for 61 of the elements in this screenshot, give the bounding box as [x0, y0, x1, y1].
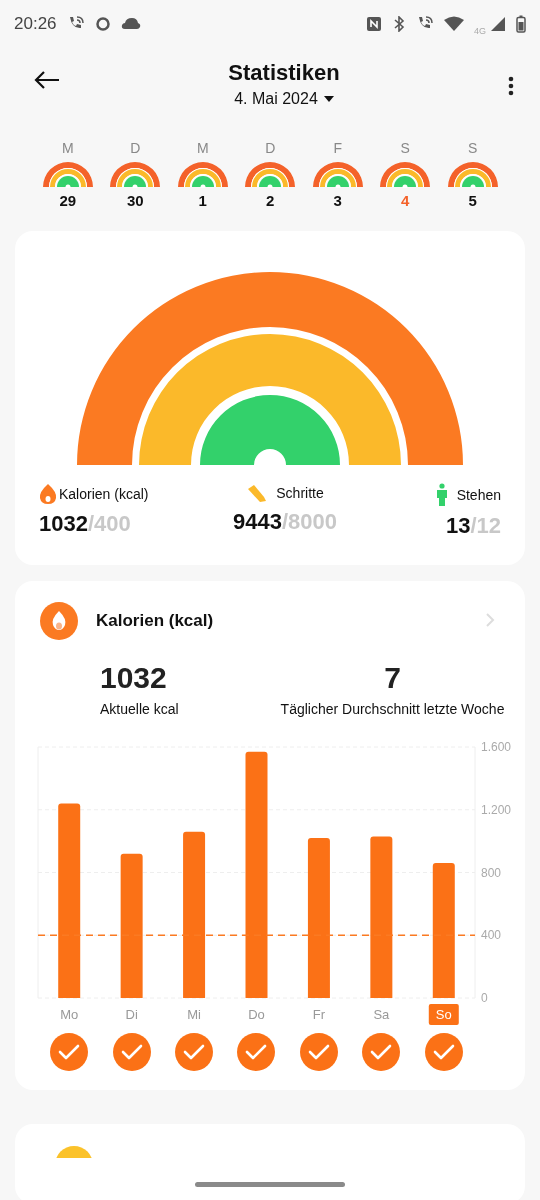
metric-value: 1032 [39, 511, 88, 537]
metric-label: Schritte [276, 485, 324, 501]
flame-icon [40, 602, 78, 640]
rings-icon [447, 162, 498, 188]
day-selector[interactable]: S 4 [371, 140, 439, 209]
date-picker[interactable]: 4. Mai 2024 [234, 88, 334, 110]
metric-label: Stehen [456, 487, 501, 503]
nfc-icon [366, 16, 382, 32]
page-title: Statistiken [228, 60, 340, 86]
metric-label: Kalorien (kcal) [59, 486, 149, 502]
day-number: 1 [198, 192, 207, 209]
day-tab[interactable]: Do [248, 1007, 265, 1022]
day-number: 4 [401, 192, 410, 209]
rings-icon [110, 162, 161, 188]
day-selector[interactable]: M 29 [34, 140, 102, 209]
network-type: 4G [474, 26, 486, 36]
rings-icon [245, 162, 296, 188]
axis-tick-label: 800 [481, 865, 502, 880]
card-title: Kalorien (kcal) [96, 611, 215, 631]
axis-tick-label: 400 [481, 928, 502, 943]
metric-value: 13 [445, 513, 471, 539]
more-icon [508, 76, 514, 96]
day-number: 2 [266, 192, 275, 209]
stat-value: 1032 [100, 661, 168, 695]
day-tab[interactable]: Di [125, 1007, 138, 1022]
caret-icon [323, 96, 334, 102]
rings-icon [177, 162, 228, 188]
rings-icon [42, 162, 93, 188]
day-tab[interactable]: Fr [312, 1007, 326, 1022]
bluetooth-icon [392, 16, 406, 32]
axis-tick-label: 0 [481, 991, 488, 1005]
day-selector[interactable]: S 5 [439, 140, 507, 209]
circle-icon [94, 16, 111, 32]
axis-tick-label: 1.600 [481, 740, 512, 754]
day-number: 3 [333, 192, 342, 209]
wifi-icon [444, 16, 464, 32]
rings-icon [312, 162, 363, 188]
day-tab[interactable]: Sa [373, 1007, 390, 1022]
day-selector[interactable]: M 1 [169, 140, 237, 209]
stat-label: Täglicher Durchschnitt letzte Woche [280, 701, 505, 717]
day-number: 30 [126, 192, 144, 209]
day-tab[interactable]: So [428, 1004, 459, 1025]
day-selector[interactable]: D 2 [236, 140, 304, 209]
axis-tick-label: 1.200 [481, 802, 512, 817]
stat-value: 7 [384, 661, 401, 695]
stat-label: Aktuelle kcal [100, 701, 180, 717]
day-selector[interactable]: D 30 [101, 140, 169, 209]
signal-icon [490, 16, 506, 32]
day-number: 5 [468, 192, 477, 209]
day-tab[interactable]: Mi [187, 1007, 201, 1022]
day-number: 29 [59, 192, 77, 209]
day-selector[interactable]: F 3 [304, 140, 372, 209]
rings-icon [380, 162, 431, 188]
status-time: 20:26 [14, 14, 57, 34]
metric-goal: /12 [470, 513, 501, 539]
cloud-icon [120, 17, 141, 31]
day-tab[interactable]: Mo [60, 1007, 79, 1022]
steps-icon [55, 1146, 93, 1158]
battery-icon [516, 15, 526, 33]
x-tick-label: So [435, 1007, 452, 1022]
metric-value: 9443 [233, 509, 282, 535]
